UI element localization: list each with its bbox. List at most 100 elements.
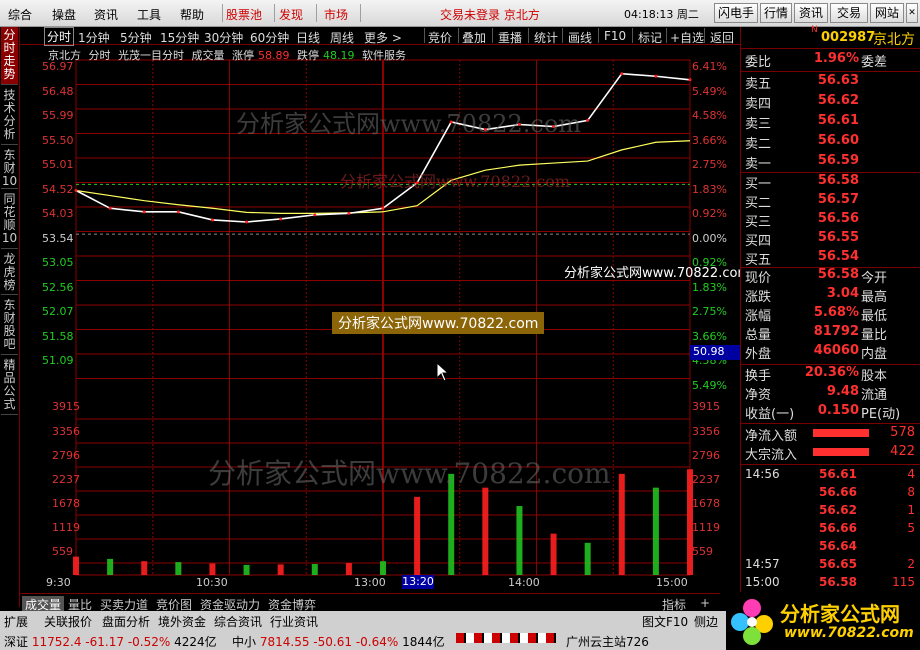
ask-row: 卖一 56.59 bbox=[745, 153, 859, 172]
volume-tick-label: 2796 bbox=[52, 449, 80, 462]
stat-row: 外盘 46060 内盘 bbox=[745, 343, 888, 362]
status-tab-industry[interactable]: 行业资讯 bbox=[270, 613, 318, 630]
volume-tick-label: 1119 bbox=[52, 521, 80, 534]
price-tick-label: 53.05 bbox=[42, 256, 74, 269]
limit-up-label: 涨停 bbox=[232, 49, 254, 62]
period-1min[interactable]: 1分钟 bbox=[78, 29, 110, 46]
period-15min[interactable]: 15分钟 bbox=[160, 29, 199, 46]
stat-row: 总量 81792 量比 bbox=[745, 324, 888, 343]
tick-row: 56.66 5 bbox=[819, 521, 915, 535]
period-more[interactable]: 更多 > bbox=[364, 29, 402, 46]
period-60min[interactable]: 60分钟 bbox=[250, 29, 289, 46]
menu-item-caopan[interactable]: 操盘 bbox=[52, 6, 76, 23]
period-5min[interactable]: 5分钟 bbox=[120, 29, 152, 46]
price-tick-label: 55.50 bbox=[42, 133, 74, 147]
tab-guba[interactable]: 东财股吧 bbox=[1, 297, 18, 355]
menu-item-discover[interactable]: 发现 bbox=[279, 6, 303, 23]
time-tick-label: 9:30 bbox=[46, 576, 71, 589]
price-point bbox=[586, 118, 590, 122]
index-sme: 中小 7814.55 -50.61 -0.64% 1844亿 bbox=[232, 635, 445, 649]
volume-tick-label: 2237 bbox=[692, 473, 720, 486]
website-button[interactable]: 网站 bbox=[870, 3, 904, 23]
bid-row: 买三 56.56 bbox=[745, 211, 859, 230]
volume-tick-label: 1678 bbox=[692, 497, 720, 510]
menu-item-zonghe[interactable]: 综合 bbox=[8, 6, 32, 23]
trade-button[interactable]: 交易 bbox=[830, 3, 868, 23]
pct-tick-label: 6.41% bbox=[692, 60, 727, 73]
menu-item-gongju[interactable]: 工具 bbox=[137, 6, 161, 23]
pct-tick-label: 3.66% bbox=[692, 329, 727, 343]
stock-name: 京北方 bbox=[873, 32, 915, 48]
status-tab-news[interactable]: 综合资讯 bbox=[214, 613, 262, 630]
price-point bbox=[347, 211, 351, 215]
tab-technical[interactable]: 技术分析 bbox=[1, 87, 18, 145]
tab-formula[interactable]: 精品公式 bbox=[1, 357, 18, 415]
tick-row: 56.66 8 bbox=[819, 485, 915, 499]
tool-back[interactable]: 返回 bbox=[710, 29, 734, 46]
pct-tick-label: 5.49% bbox=[692, 84, 727, 98]
volume-bar bbox=[516, 506, 523, 575]
tick-row: 14:56 56.61 4 bbox=[745, 467, 915, 481]
sector-label: 软件服务 bbox=[362, 49, 406, 62]
period-daily[interactable]: 日线 bbox=[296, 29, 320, 46]
period-30min[interactable]: 30分钟 bbox=[204, 29, 243, 46]
tool-draw[interactable]: 画线 bbox=[568, 29, 592, 46]
status-tab-market-analysis[interactable]: 盘面分析 bbox=[102, 613, 150, 630]
tab-eastmoney10[interactable]: 东财10 bbox=[1, 147, 18, 189]
tool-mark[interactable]: 标记 bbox=[638, 29, 662, 46]
menu-item-help[interactable]: 帮助 bbox=[180, 6, 204, 23]
price-tick-label: 54.03 bbox=[42, 207, 74, 220]
tool-auction[interactable]: 竞价 bbox=[428, 29, 452, 46]
tab-intraday[interactable]: 分时走势 bbox=[1, 27, 18, 85]
tab-dragon-tiger[interactable]: 龙虎榜 bbox=[1, 251, 18, 295]
volume-bar bbox=[550, 533, 557, 575]
pct-tick-label: 0.00% bbox=[692, 231, 727, 245]
server-name: 广州云主站726 bbox=[566, 635, 649, 649]
chart-vol-label: 成交量 bbox=[191, 49, 225, 62]
lightning-trade-button[interactable]: 闪电手 bbox=[714, 3, 758, 23]
stat-row: 净资 9.48 流通 bbox=[745, 384, 888, 403]
volume-bar bbox=[107, 558, 114, 575]
status-tab-foreign-funds[interactable]: 境外资金 bbox=[158, 613, 206, 630]
price-tick-label: 55.99 bbox=[42, 109, 74, 122]
quote-button[interactable]: 行情 bbox=[760, 3, 792, 23]
menu-item-market[interactable]: 市场 bbox=[324, 6, 348, 23]
volume-tick-label: 559 bbox=[52, 545, 73, 558]
volume-bar bbox=[209, 563, 216, 575]
volume-bar bbox=[414, 496, 421, 575]
tool-overlay[interactable]: 叠加 bbox=[462, 29, 486, 46]
period-intraday[interactable]: 分时 bbox=[44, 27, 75, 46]
tool-add-watchlist[interactable]: +自选 bbox=[670, 29, 704, 46]
status-tab-expand[interactable]: 扩展 bbox=[4, 613, 28, 630]
period-weekly[interactable]: 周线 bbox=[330, 29, 354, 46]
side-button[interactable]: 侧边 bbox=[694, 613, 718, 630]
add-indicator-button[interactable]: + bbox=[700, 596, 710, 610]
app-window: 综合 操盘 资讯 工具 帮助 股票池 发现 市场 交易未登录 京北方 04:18… bbox=[0, 0, 920, 650]
price-point bbox=[313, 213, 317, 217]
time-tick-label: 10:30 bbox=[196, 576, 228, 589]
site-logo: 分析家公式网 www.70822.com bbox=[726, 592, 920, 650]
left-tab-bar: 分时走势 技术分析 东财10 同花顺10 龙虎榜 东财股吧 精品公式 bbox=[0, 27, 20, 607]
menu-bar: 综合 操盘 资讯 工具 帮助 股票池 发现 市场 交易未登录 京北方 04:18… bbox=[0, 0, 920, 27]
index-shenzhen: 深证 11752.4 -61.17 -0.52% 4224亿 bbox=[4, 635, 217, 649]
price-tick-label: 55.01 bbox=[42, 158, 74, 171]
status-tab-related[interactable]: 关联报价 bbox=[44, 613, 92, 630]
menu-item-zixun[interactable]: 资讯 bbox=[94, 6, 118, 23]
f10-graphic-button[interactable]: 图文F10 bbox=[642, 613, 688, 630]
ask-row: 卖二 56.60 bbox=[745, 133, 859, 152]
watermark-2: 分析家公式网www.70822.com bbox=[340, 172, 571, 191]
tool-stats[interactable]: 统计 bbox=[534, 29, 558, 46]
news-button[interactable]: 资讯 bbox=[794, 3, 828, 23]
menu-item-stock-pool[interactable]: 股票池 bbox=[226, 6, 262, 23]
pct-tick-label: 5.49% bbox=[692, 378, 727, 392]
close-icon[interactable]: ✕ bbox=[906, 3, 918, 23]
price-point bbox=[245, 220, 249, 224]
tool-replay[interactable]: 重播 bbox=[498, 29, 522, 46]
quote-header: N 002987 京北方 bbox=[741, 25, 920, 49]
price-tick-label: 52.07 bbox=[42, 305, 74, 318]
status-bar: 扩展 关联报价 盘面分析 境外资金 综合资讯 行业资讯 图文F10 侧边 深证 … bbox=[0, 611, 740, 650]
pct-tick-label: 0.92% bbox=[692, 207, 727, 220]
volume-bar bbox=[73, 556, 79, 575]
tab-ths10[interactable]: 同花顺10 bbox=[1, 191, 18, 249]
tool-f10[interactable]: F10 bbox=[604, 29, 626, 43]
